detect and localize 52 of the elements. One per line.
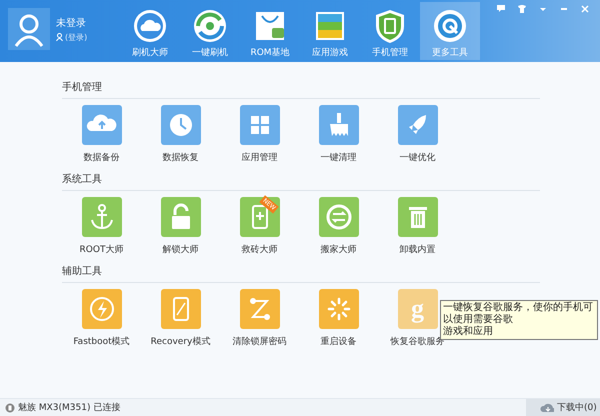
tool-tile[interactable]	[82, 197, 122, 237]
tool-tile[interactable]	[240, 105, 280, 145]
shirt-icon[interactable]	[517, 4, 527, 14]
nav-tab[interactable]: 更多工具	[420, 2, 480, 60]
user-name: 未登录	[56, 16, 87, 30]
tool-tile[interactable]	[318, 197, 358, 237]
login-link[interactable]: (登录)	[65, 32, 88, 42]
tool-label: 卸载内置	[400, 244, 436, 256]
tool-tile[interactable]	[82, 289, 122, 329]
tool-label: 解锁大师	[162, 244, 198, 256]
cloud-icon	[132, 8, 168, 44]
tool-label: 救砖大师	[242, 244, 278, 256]
nav-tab[interactable]: ROM基地	[240, 2, 300, 60]
letter-icon: g	[411, 294, 424, 324]
person-icon	[56, 33, 63, 41]
device-status: 魅族 MX3(M351) 已连接	[18, 402, 120, 414]
nav-tab[interactable]: 刷机大师	[120, 2, 180, 60]
tool-tile[interactable]	[160, 105, 200, 145]
tool-label: 数据备份	[84, 152, 120, 164]
close-icon[interactable]	[580, 4, 590, 14]
tool-label: 清除锁屏密码	[232, 336, 286, 348]
nav-tab[interactable]: 应用游戏	[300, 2, 360, 60]
circular-arrows-icon	[192, 8, 228, 44]
tool-tile[interactable]	[398, 197, 438, 237]
tool-tile[interactable]	[398, 105, 438, 145]
tool-label: 重启设备	[320, 336, 356, 348]
tool-label: 一键清理	[320, 152, 356, 164]
tool-label: Recovery模式	[150, 336, 210, 348]
phone-status-icon	[5, 402, 15, 412]
nav-tab[interactable]: 手机管理	[360, 2, 420, 60]
tool-tile[interactable]	[160, 197, 200, 237]
section-title: 辅助工具	[62, 264, 540, 283]
nav-tab[interactable]: 一键刷机	[180, 2, 240, 60]
tool-label: 数据恢复	[162, 152, 198, 164]
avatar-icon[interactable]	[8, 8, 50, 50]
cloud-download-icon	[540, 402, 554, 412]
tool-label: 搬家大师	[320, 244, 356, 256]
tool-tile[interactable]	[82, 105, 122, 145]
tool-tile[interactable]	[240, 289, 280, 329]
tooltip-text: 一键恢复谷歌服务，使你的手机可以使用需要谷歌	[443, 302, 594, 326]
tool-tile[interactable]	[160, 289, 200, 329]
tool-tile[interactable]	[318, 105, 358, 145]
chat-icon[interactable]	[496, 4, 506, 14]
tool-label: Fastboot模式	[73, 336, 130, 348]
downloads-button[interactable]: 下载中(0)	[526, 399, 600, 416]
section-title: 系统工具	[62, 172, 540, 191]
tool-tile[interactable]	[318, 289, 358, 329]
tooltip-text: 游戏和应用	[443, 326, 494, 337]
tool-label: 应用管理	[242, 152, 278, 164]
tool-label: ROOT大师	[80, 244, 124, 256]
section-title: 手机管理	[62, 80, 540, 99]
tool-label: 一键优化	[400, 152, 436, 164]
